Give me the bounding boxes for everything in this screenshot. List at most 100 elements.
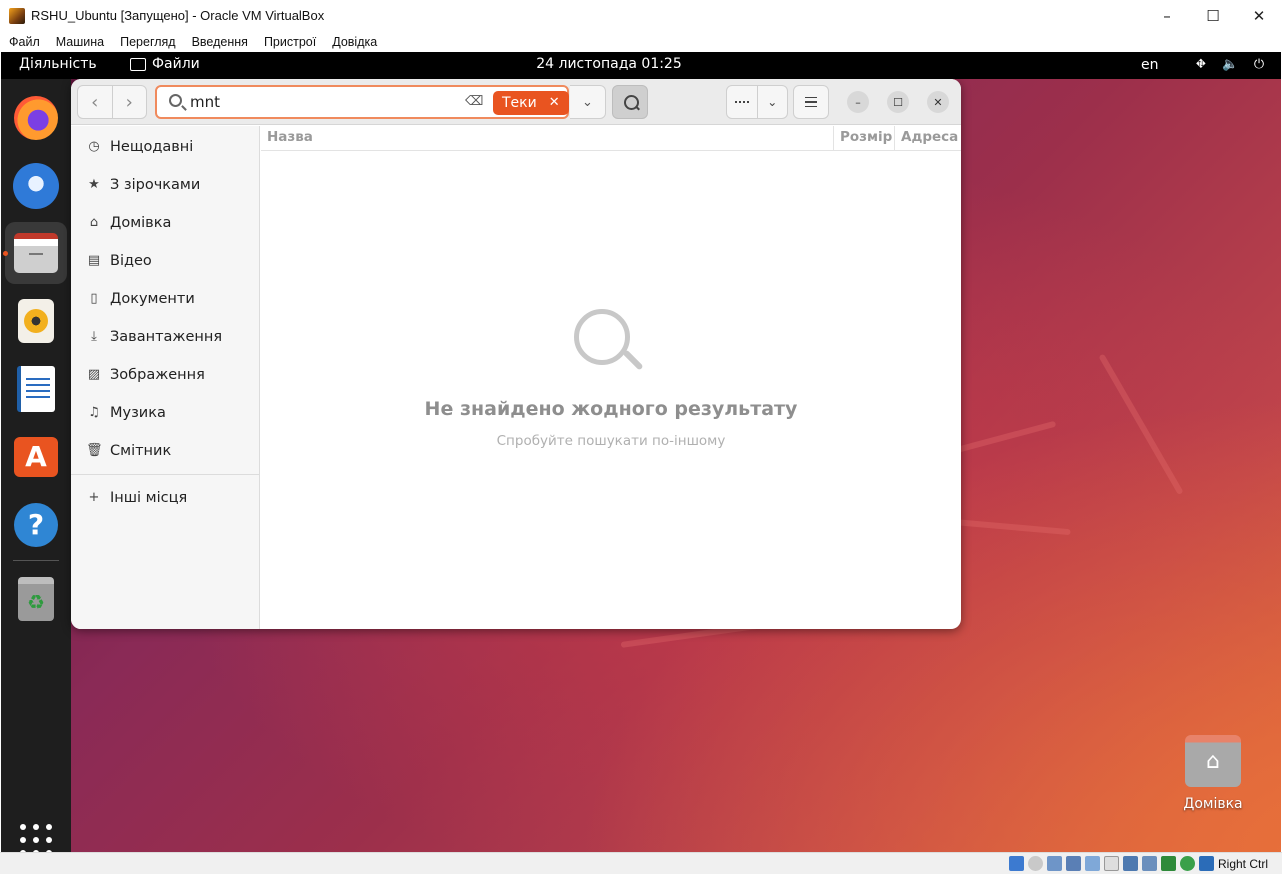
window-maximize-button[interactable]: ☐ xyxy=(887,91,909,113)
desktop-home-icon[interactable]: ⌂ xyxy=(1185,735,1241,787)
filter-chip[interactable]: Теки ✕ xyxy=(493,91,569,115)
dock-trash[interactable]: ♻ xyxy=(5,568,67,630)
chevron-left-icon: ‹ xyxy=(91,91,99,113)
app-center-icon: A xyxy=(14,437,58,477)
menu-input[interactable]: Введення xyxy=(192,35,248,49)
mouse-integration-icon[interactable] xyxy=(1179,856,1195,871)
optical-drive-icon[interactable] xyxy=(1027,856,1043,871)
window-close-button[interactable]: ✕ xyxy=(927,91,949,113)
display-icon[interactable] xyxy=(1122,856,1138,871)
sidebar-item-video[interactable]: ▤ Відео xyxy=(71,242,259,280)
column-size[interactable]: Розмір xyxy=(833,126,898,150)
clock[interactable]: 24 листопада 01:25 xyxy=(536,56,682,72)
minimize-button[interactable]: – xyxy=(1144,0,1190,31)
dock-help[interactable]: ? xyxy=(5,494,67,556)
dock-files[interactable] xyxy=(5,222,67,284)
main-menu-button[interactable] xyxy=(793,85,829,119)
sidebar-item-recent[interactable]: ◷ Нещодавні xyxy=(71,128,259,166)
column-name[interactable]: Назва xyxy=(267,129,313,145)
wallpaper-decoration xyxy=(1098,353,1184,496)
grid-view-button[interactable] xyxy=(727,86,757,118)
clear-search-icon[interactable]: ⌫ xyxy=(465,94,483,109)
dock-app-center[interactable]: A xyxy=(5,426,67,488)
recent-icon: ◷ xyxy=(88,139,100,154)
shared-folders-icon[interactable] xyxy=(1103,856,1119,871)
host-statusbar: Right Ctrl xyxy=(0,852,1282,874)
sidebar-item-label: Інші місця xyxy=(110,490,188,506)
dock-rhythmbox[interactable] xyxy=(5,290,67,352)
grid-icon xyxy=(727,96,757,108)
headerbar: ‹ › mnt ⌫ Теки ✕ ⌄ ⌄ – ☐ ✕ xyxy=(71,79,961,125)
sidebar-item-pictures[interactable]: ▨ Зображення xyxy=(71,356,259,394)
window-minimize-button[interactable]: – xyxy=(847,91,869,113)
guest-screen: Діяльність Файли 24 листопада 01:25 en ⛖… xyxy=(1,52,1281,852)
search-filters-dropdown[interactable]: ⌄ xyxy=(570,85,606,119)
rhythmbox-icon xyxy=(18,299,54,343)
thunderbird-icon xyxy=(13,163,59,209)
sidebar-item-documents[interactable]: ▯ Документи xyxy=(71,280,259,318)
hard-disk-icon[interactable] xyxy=(1008,856,1024,871)
view-options-button[interactable]: ⌄ xyxy=(756,86,788,118)
remove-filter-icon[interactable]: ✕ xyxy=(549,91,560,115)
system-menu[interactable]: ⛖ 🔈 ⏻ xyxy=(1180,57,1267,73)
volume-icon: 🔈 xyxy=(1222,57,1239,72)
empty-search-icon xyxy=(574,309,630,365)
menu-help[interactable]: Довідка xyxy=(332,35,377,49)
host-window-controls: – ☐ ✕ xyxy=(1144,0,1282,31)
search-icon xyxy=(169,94,182,107)
files-window: ‹ › mnt ⌫ Теки ✕ ⌄ ⌄ – ☐ ✕ ◷ Нещодавні ★… xyxy=(71,79,961,629)
network-adapter-icon[interactable] xyxy=(1065,856,1081,871)
forward-button[interactable]: › xyxy=(111,86,147,118)
column-address[interactable]: Адреса xyxy=(894,126,961,150)
video-icon: ▤ xyxy=(87,253,101,268)
sidebar-item-starred[interactable]: ★ З зірочками xyxy=(71,166,259,204)
sidebar-item-label: Завантаження xyxy=(110,329,223,345)
filter-chip-label: Теки xyxy=(502,95,537,111)
back-button[interactable]: ‹ xyxy=(78,86,112,118)
gnome-topbar: Діяльність Файли 24 листопада 01:25 en ⛖… xyxy=(1,52,1281,79)
sidebar-item-downloads[interactable]: ⤓ Завантаження xyxy=(71,318,259,356)
search-toggle-button[interactable] xyxy=(612,85,648,119)
empty-search-icon-handle xyxy=(622,349,644,371)
search-entry[interactable]: mnt ⌫ Теки ✕ xyxy=(155,85,569,119)
desktop-home-label[interactable]: Домівка xyxy=(1163,796,1263,812)
recording-icon[interactable] xyxy=(1141,856,1157,871)
sidebar-item-trash[interactable]: 🗑 Смітник xyxy=(71,432,259,470)
documents-icon: ▯ xyxy=(90,291,98,306)
chevron-down-icon: ⌄ xyxy=(767,95,778,109)
music-icon: ♫ xyxy=(88,405,100,420)
sidebar-item-label: Музика xyxy=(110,405,166,421)
close-button[interactable]: ✕ xyxy=(1236,0,1282,31)
chevron-down-icon: ⌄ xyxy=(582,94,593,110)
menu-file[interactable]: Файл xyxy=(9,35,40,49)
menu-view[interactable]: Перегляд xyxy=(120,35,175,49)
host-key-label: Right Ctrl xyxy=(1217,856,1268,871)
sidebar-item-other-places[interactable]: + Інші місця xyxy=(71,479,259,517)
dock-writer[interactable] xyxy=(5,358,67,420)
network-icon: ⛖ xyxy=(1195,57,1207,72)
sidebar-item-home[interactable]: ⌂ Домівка xyxy=(71,204,259,242)
keyboard-capture-icon[interactable] xyxy=(1198,856,1214,871)
firefox-icon xyxy=(14,96,58,140)
maximize-button[interactable]: ☐ xyxy=(1190,0,1236,31)
sidebar-separator xyxy=(71,474,259,475)
sidebar-item-label: Зображення xyxy=(110,367,205,383)
audio-icon[interactable] xyxy=(1046,856,1062,871)
sidebar-item-music[interactable]: ♫ Музика xyxy=(71,394,259,432)
search-input[interactable]: mnt xyxy=(190,93,220,111)
home-icon: ⌂ xyxy=(89,215,99,230)
apps-grid-icon[interactable] xyxy=(20,824,52,852)
libreoffice-writer-icon xyxy=(17,366,55,412)
dock-firefox[interactable] xyxy=(5,87,67,149)
chevron-right-icon: › xyxy=(125,91,133,113)
navigation-buttons: ‹ › xyxy=(77,85,147,119)
menu-machine[interactable]: Машина xyxy=(56,35,104,49)
help-icon: ? xyxy=(14,503,58,547)
dock-thunderbird[interactable] xyxy=(5,155,67,217)
input-language[interactable]: en xyxy=(1141,57,1159,73)
power-icon: ⏻ xyxy=(1253,57,1265,72)
sidebar-item-label: Нещодавні xyxy=(110,139,194,155)
menu-devices[interactable]: Пристрої xyxy=(264,35,316,49)
usb-icon[interactable] xyxy=(1084,856,1100,871)
cpu-activity-icon[interactable] xyxy=(1160,856,1176,871)
